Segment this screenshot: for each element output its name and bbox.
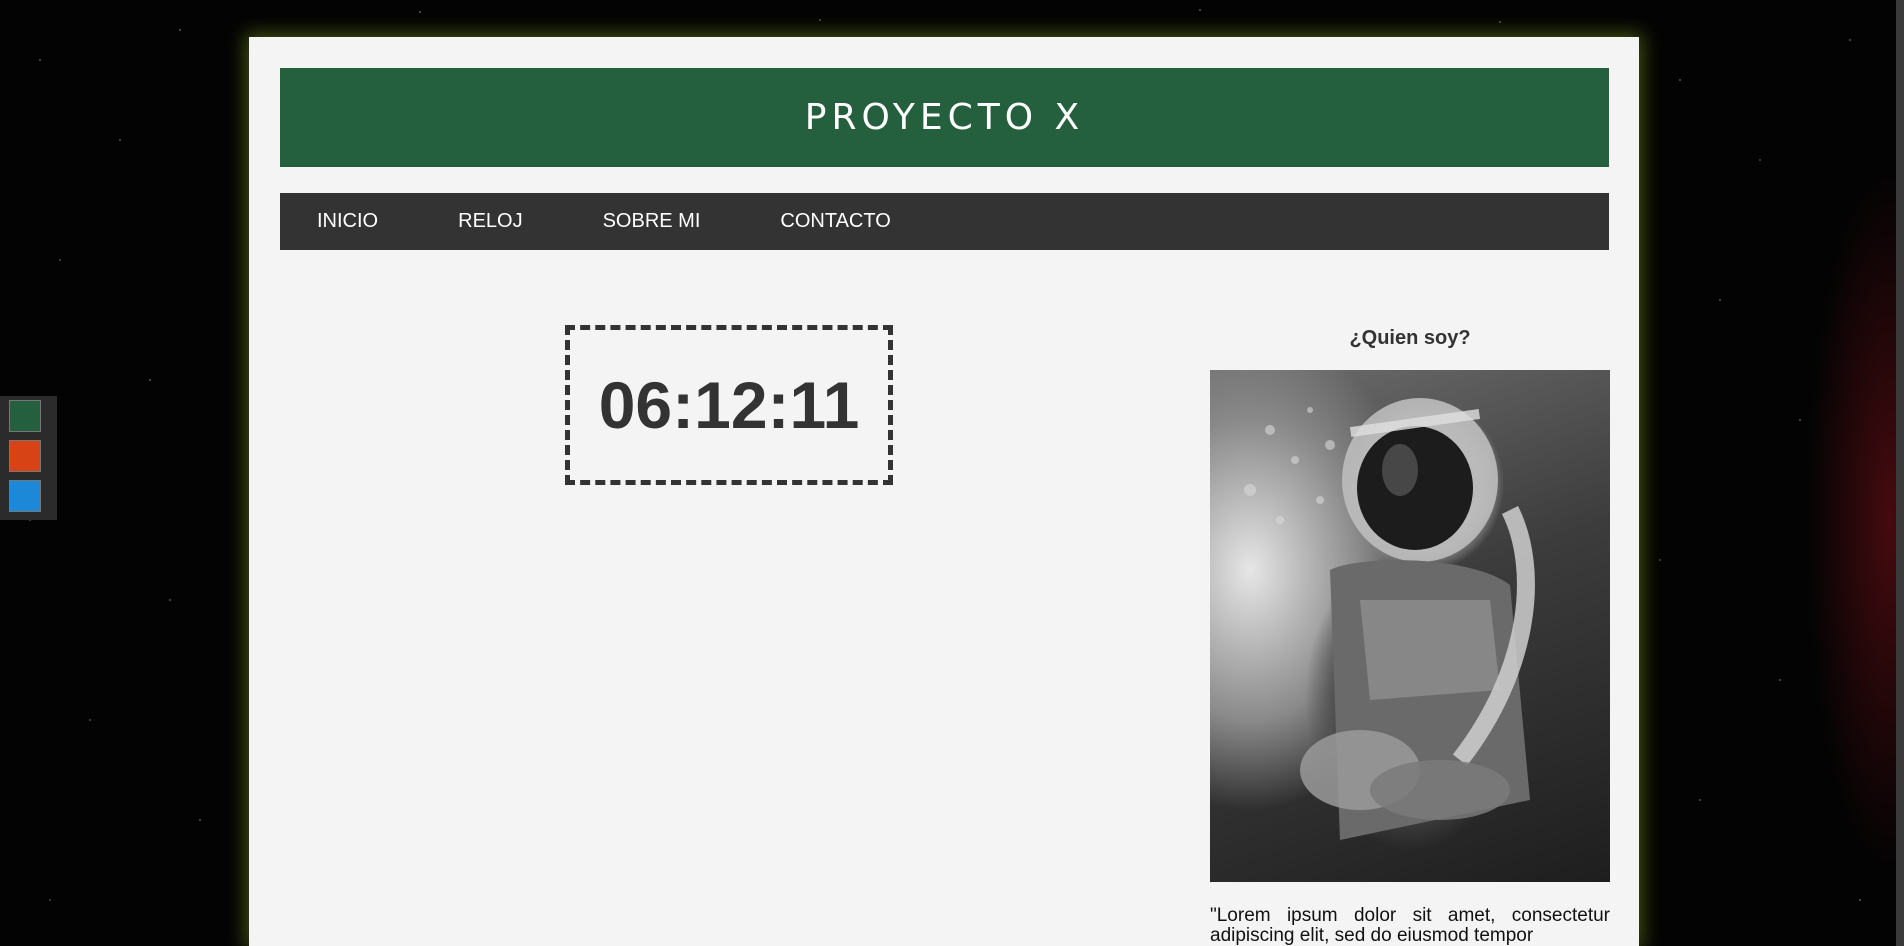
nav-item-reloj[interactable]: RELOJ (421, 193, 559, 250)
nav-item-sobre-mi[interactable]: SOBRE MI (566, 193, 738, 250)
page-container: PROYECTO X INICIO RELOJ SOBRE MI CONTACT… (249, 37, 1639, 946)
site-header: PROYECTO X (280, 68, 1609, 167)
clock-time: 06:12:11 (598, 368, 860, 442)
about-heading: ¿Quien soy? (1349, 327, 1471, 349)
astronaut-photo (1210, 370, 1610, 882)
theme-swatch-green[interactable] (9, 400, 41, 432)
theme-color-switcher (0, 396, 57, 520)
scrollbar-thumb[interactable] (1896, 0, 1904, 946)
clock-display: 06:12:11 (565, 325, 893, 485)
theme-swatch-orange[interactable] (9, 440, 41, 472)
nav-item-contacto[interactable]: CONTACTO (743, 193, 927, 250)
theme-swatch-blue[interactable] (9, 480, 41, 512)
window-scrollbar[interactable] (1896, 0, 1904, 946)
about-sidebar: ¿Quien soy? "Lorem ipsum dolor sit amet,… (1210, 327, 1610, 946)
nav-item-inicio[interactable]: INICIO (280, 193, 415, 250)
site-title: PROYECTO X (804, 97, 1085, 138)
main-nav: INICIO RELOJ SOBRE MI CONTACTO (280, 193, 1609, 250)
about-text: "Lorem ipsum dolor sit amet, consectetur… (1210, 905, 1610, 946)
